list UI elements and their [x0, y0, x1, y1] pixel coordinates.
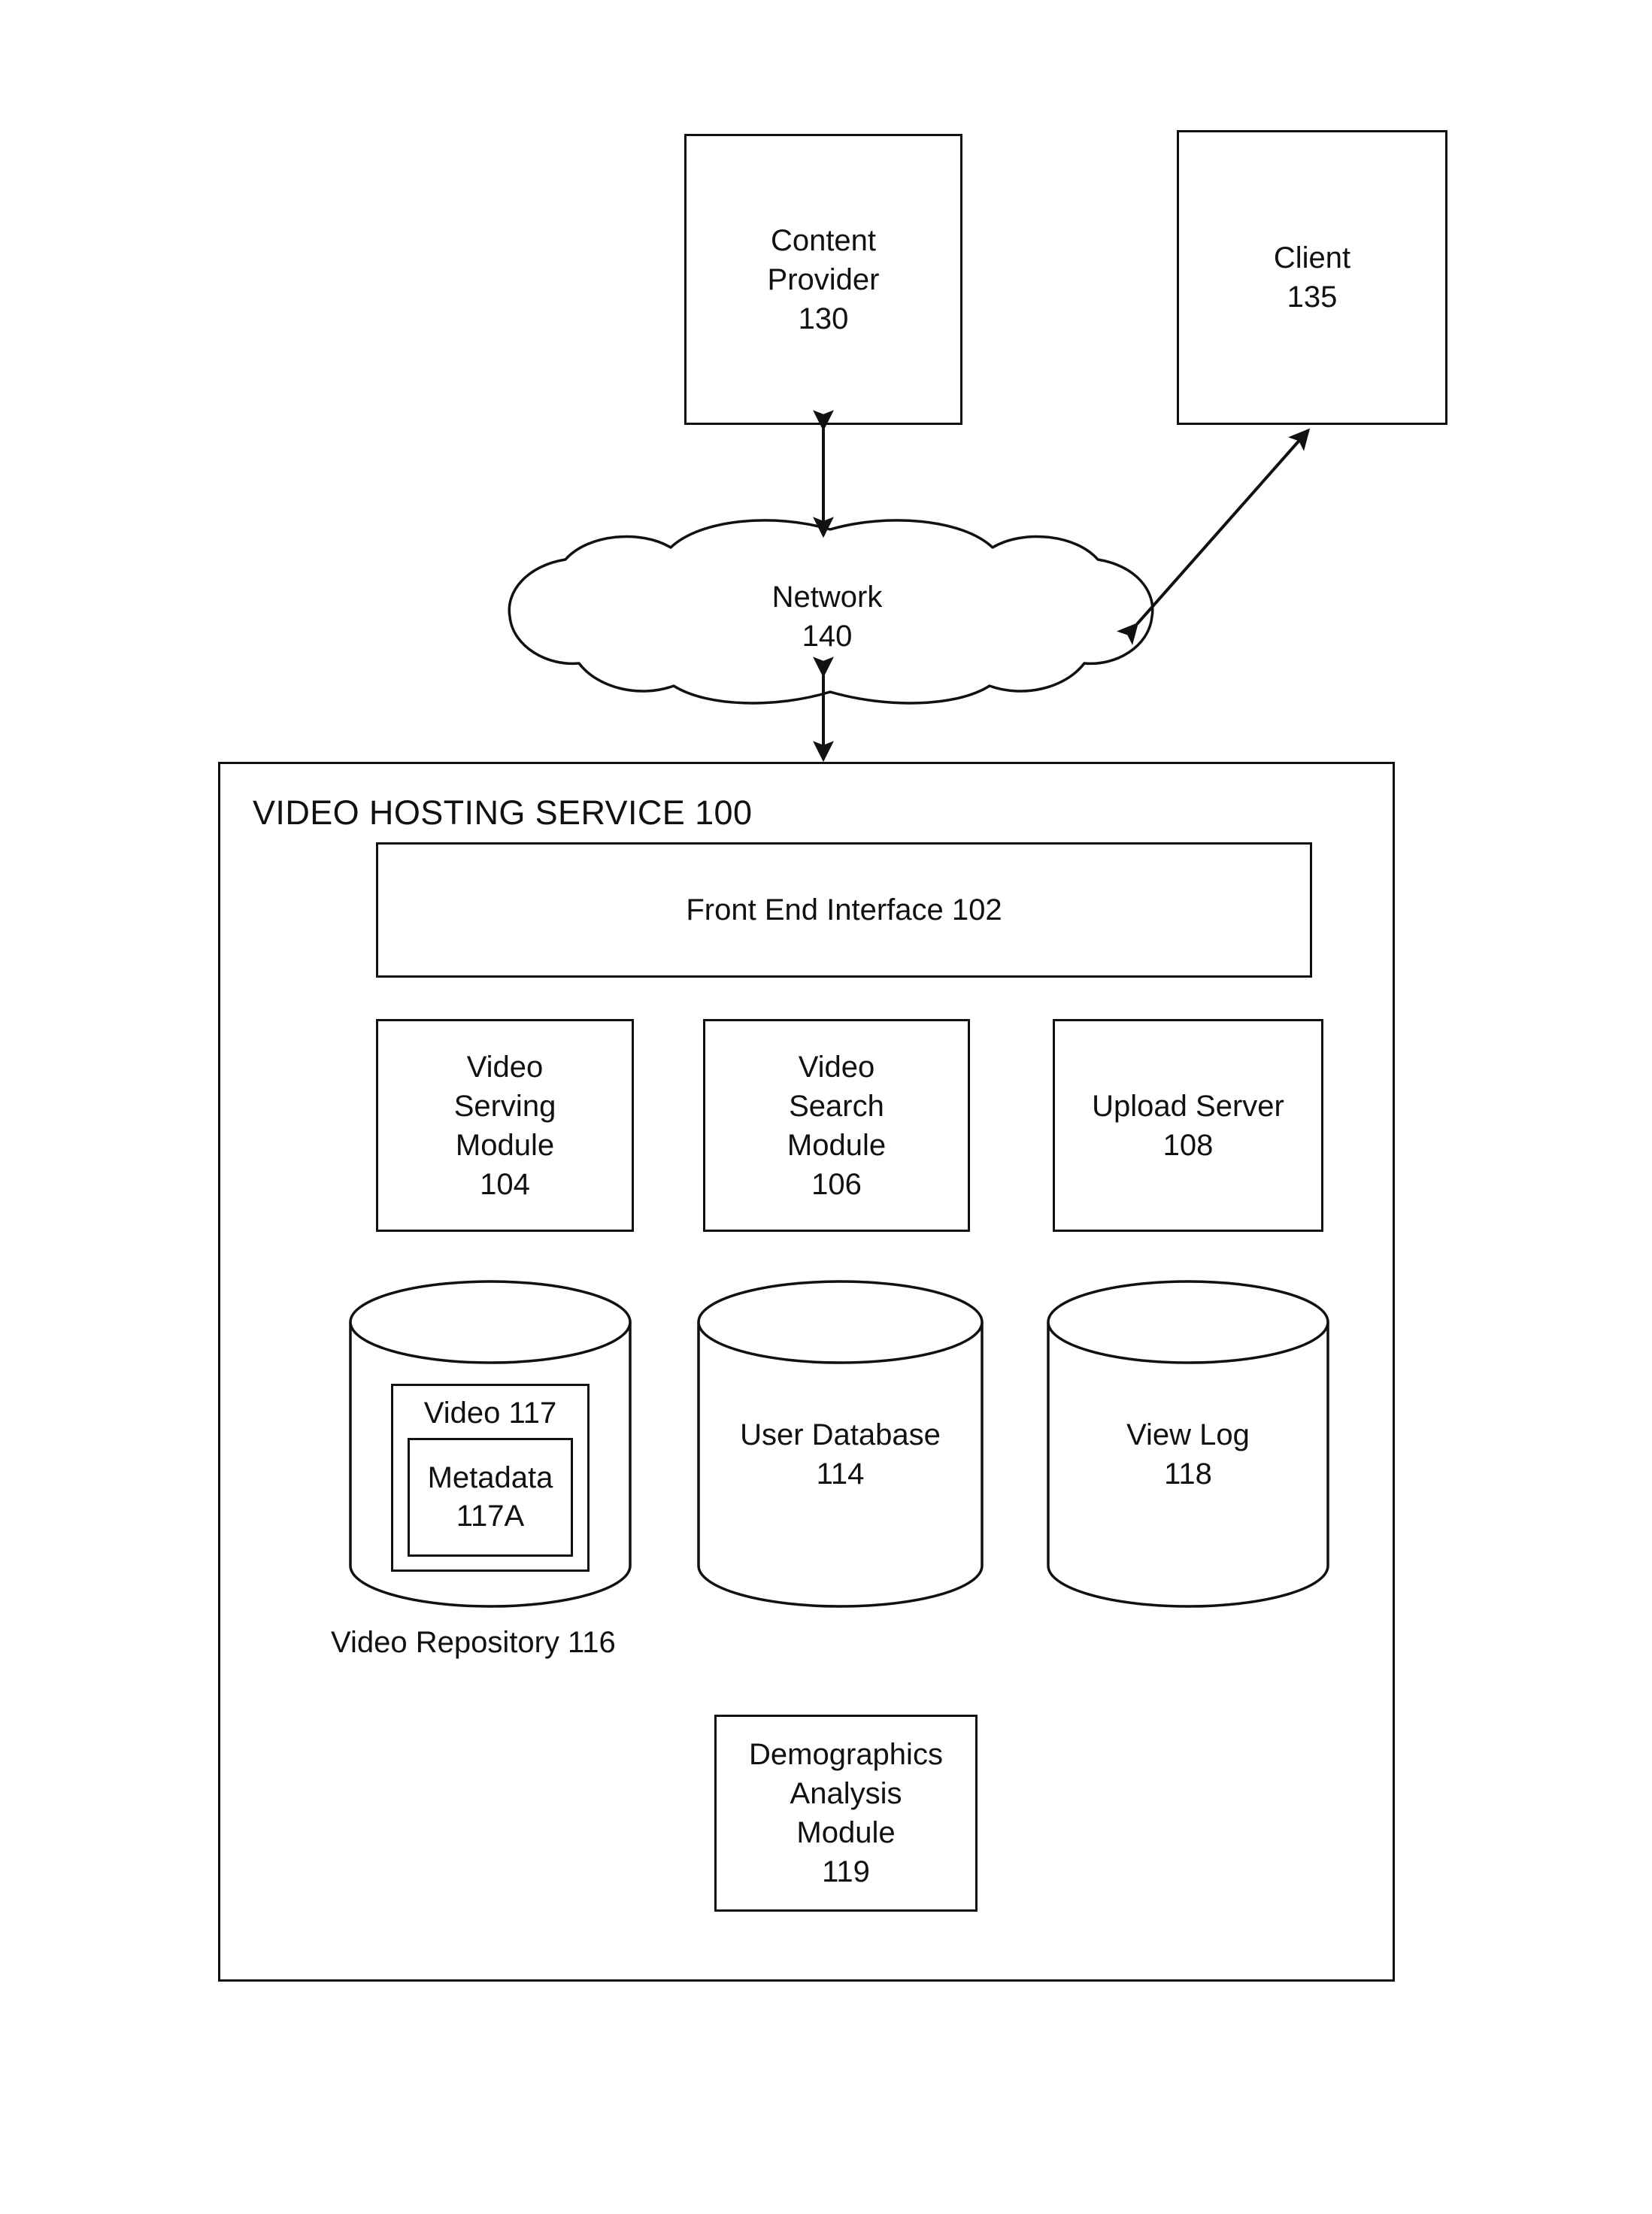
network-cloud-shape: Network 140 — [496, 519, 1158, 707]
demographics-line-1: Demographics — [749, 1738, 943, 1771]
demographics-line-3: Module — [796, 1816, 896, 1849]
video-serving-module-box: Video Serving Module 104 — [376, 1019, 634, 1232]
user-database-cylinder: User Database 114 — [696, 1278, 985, 1609]
content-provider-box: Content Provider 130 — [684, 134, 962, 425]
video-117-label: Video 117 — [423, 1397, 557, 1430]
content-provider-line-2: Provider — [767, 262, 880, 296]
video-search-line-2: Search — [789, 1089, 884, 1123]
video-repository-caption: Video Repository 116 — [331, 1626, 616, 1659]
video-search-line-4: 106 — [811, 1167, 862, 1201]
view-log-cylinder: View Log 118 — [1045, 1278, 1331, 1609]
demographics-analysis-module-box: Demographics Analysis Module 119 — [714, 1715, 978, 1912]
video-serving-line-4: 104 — [480, 1167, 530, 1201]
view-log-svg — [1047, 1280, 1329, 1608]
figure-sheet: Content Provider 130 Client 135 Network … — [0, 0, 1652, 2214]
user-database-svg — [697, 1280, 984, 1608]
front-end-interface-box: Front End Interface 102 — [376, 842, 1312, 978]
video-serving-line-1: Video — [466, 1050, 544, 1084]
client-line-1: Client — [1273, 241, 1351, 274]
demographics-line-2: Analysis — [790, 1777, 902, 1810]
content-provider-line-1: Content — [770, 223, 877, 257]
client-line-2: 135 — [1287, 281, 1338, 314]
demographics-line-4: 119 — [822, 1855, 870, 1888]
metadata-line-1: Metadata — [427, 1460, 553, 1494]
video-serving-line-2: Serving — [453, 1089, 556, 1123]
client-box: Client 135 — [1177, 130, 1447, 425]
network-cloud-svg — [508, 519, 1154, 705]
front-end-interface-label: Front End Interface 102 — [686, 893, 1002, 927]
content-provider-line-3: 130 — [798, 302, 849, 335]
video-search-line-1: Video — [798, 1050, 875, 1084]
video-search-line-3: Module — [787, 1128, 887, 1162]
video-search-module-box: Video Search Module 106 — [703, 1019, 970, 1232]
upload-server-line-2: 108 — [1162, 1128, 1214, 1162]
metadata-line-2: 117A — [456, 1500, 525, 1533]
metadata-117a-box: Metadata 117A — [408, 1438, 573, 1557]
network-to-client-arrow — [1117, 428, 1311, 645]
video-hosting-service-title: VIDEO HOSTING SERVICE 100 — [253, 793, 753, 832]
upload-server-box: Upload Server 108 — [1053, 1019, 1323, 1232]
upload-server-line-1: Upload Server — [1092, 1089, 1284, 1123]
video-serving-line-3: Module — [455, 1128, 555, 1162]
